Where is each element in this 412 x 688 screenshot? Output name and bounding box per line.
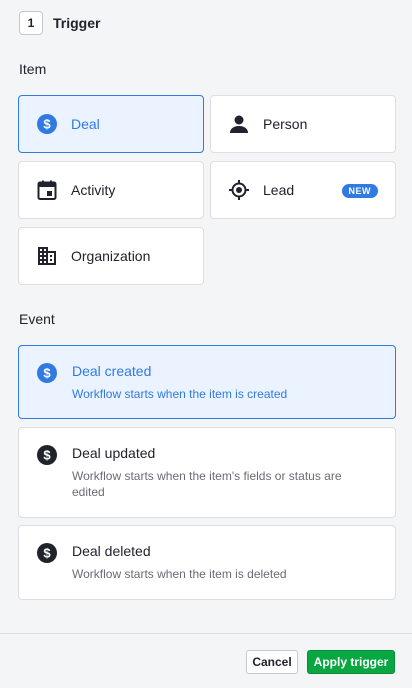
step-number-badge: 1 bbox=[19, 11, 43, 35]
new-badge: NEW bbox=[341, 184, 378, 198]
item-option-activity[interactable]: Activity bbox=[18, 161, 204, 219]
event-option-deal-deleted[interactable]: $ Deal deleted Workflow starts when the … bbox=[18, 525, 396, 600]
event-description: Workflow starts when the item's fields o… bbox=[72, 469, 342, 499]
event-title: Deal created bbox=[72, 363, 152, 379]
event-option-deal-updated[interactable]: $ Deal updated Workflow starts when the … bbox=[18, 427, 396, 518]
dollar-circle-icon: $ bbox=[37, 363, 57, 383]
target-icon bbox=[229, 180, 249, 200]
person-icon bbox=[229, 114, 249, 134]
event-option-deal-created[interactable]: $ Deal created Workflow starts when the … bbox=[18, 345, 396, 419]
item-option-organization[interactable]: Organization bbox=[18, 227, 204, 285]
event-description: Workflow starts when the item is deleted bbox=[72, 567, 287, 581]
calendar-icon bbox=[37, 180, 57, 200]
item-option-label: Deal bbox=[71, 116, 100, 132]
item-option-lead[interactable]: Lead NEW bbox=[210, 161, 396, 219]
cancel-button[interactable]: Cancel bbox=[246, 650, 298, 674]
event-title: Deal updated bbox=[72, 445, 156, 461]
event-title: Deal deleted bbox=[72, 543, 151, 559]
item-option-label: Lead bbox=[263, 182, 295, 198]
svg-text:$: $ bbox=[43, 366, 51, 381]
trigger-title: Trigger bbox=[53, 15, 101, 31]
dollar-circle-icon: $ bbox=[37, 445, 57, 465]
item-option-person[interactable]: Person bbox=[210, 95, 396, 153]
item-option-label: Organization bbox=[71, 248, 151, 264]
svg-text:$: $ bbox=[43, 117, 51, 132]
item-option-label: Activity bbox=[71, 182, 116, 198]
dollar-circle-icon: $ bbox=[37, 543, 57, 563]
building-icon bbox=[37, 246, 57, 266]
footer-bar: Cancel Apply trigger bbox=[0, 633, 412, 688]
event-section-label: Event bbox=[19, 311, 55, 327]
dollar-circle-icon: $ bbox=[37, 114, 57, 134]
trigger-header: 1 Trigger bbox=[19, 11, 100, 35]
item-section-label: Item bbox=[19, 61, 47, 77]
item-option-deal[interactable]: $ Deal bbox=[18, 95, 204, 153]
svg-text:$: $ bbox=[43, 546, 51, 561]
item-option-label: Person bbox=[263, 116, 308, 132]
apply-trigger-button[interactable]: Apply trigger bbox=[307, 650, 395, 674]
event-description: Workflow starts when the item is created bbox=[72, 387, 288, 401]
svg-text:$: $ bbox=[43, 448, 51, 463]
